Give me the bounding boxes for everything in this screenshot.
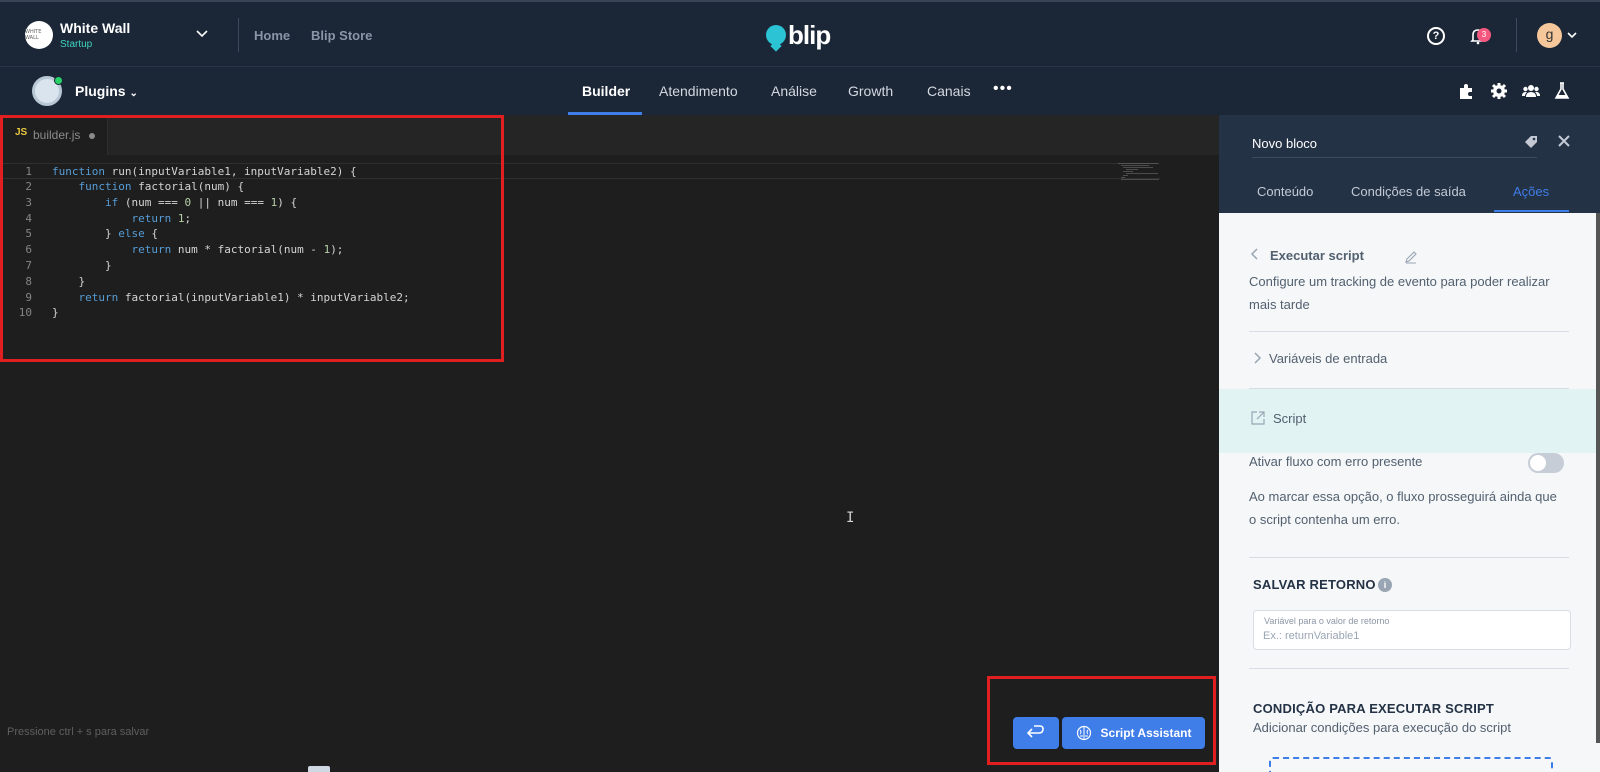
brand-text: blip (788, 20, 831, 50)
divider (1249, 331, 1569, 332)
tab-atendimento[interactable]: Atendimento (659, 83, 738, 99)
more-icon[interactable]: ••• (993, 80, 1013, 98)
tab-acoes[interactable]: Ações (1513, 184, 1549, 199)
chevron-down-icon[interactable] (195, 26, 209, 40)
tab-growth[interactable]: Growth (848, 83, 893, 99)
divider (1516, 18, 1517, 52)
action-description-line1: Configure um tracking de evento para pod… (1249, 274, 1550, 289)
puzzle-icon[interactable] (1457, 81, 1477, 101)
text-cursor-icon: I (846, 510, 855, 526)
action-title: Executar script (1270, 248, 1364, 263)
add-condition-button[interactable] (1269, 757, 1553, 772)
action-description-line2: mais tarde (1249, 297, 1310, 312)
plugins-label: Plugins (75, 83, 126, 99)
return-variable-label: Variável para o valor de retorno (1264, 616, 1390, 626)
online-status-dot (54, 76, 63, 85)
active-tab-indicator (1494, 210, 1569, 212)
gear-icon[interactable] (1489, 81, 1509, 101)
tab-canais[interactable]: Canais (927, 83, 971, 99)
tab-builder[interactable]: Builder (582, 83, 630, 99)
org-name: White Wall (60, 20, 131, 36)
notification-badge: 3 (1477, 28, 1491, 42)
org-logo: WHITE WALL (25, 21, 53, 49)
divider (1249, 668, 1569, 669)
plugins-menu[interactable]: Plugins ⌄ (75, 83, 138, 99)
input-variables-row[interactable]: Variáveis de entrada (1249, 347, 1569, 375)
chevron-down-icon[interactable] (1566, 29, 1578, 41)
blip-bubble-icon (766, 25, 786, 45)
error-flow-description-line1: Ao marcar essa opção, o fluxo prosseguir… (1249, 489, 1557, 504)
input-variables-label: Variáveis de entrada (1269, 351, 1388, 366)
divider (1249, 557, 1569, 558)
tab-condicoes-de-saida[interactable]: Condições de saída (1351, 184, 1466, 199)
condition-description: Adicionar condições para execução do scr… (1253, 720, 1511, 735)
tag-icon[interactable] (1523, 134, 1539, 150)
info-icon[interactable]: i (1378, 578, 1392, 592)
chevron-left-icon[interactable] (1250, 248, 1260, 260)
save-hint: Pressione ctrl + s para salvar (7, 726, 150, 738)
divider (1252, 157, 1537, 158)
help-icon[interactable]: ? (1427, 27, 1445, 45)
script-label: Script (1273, 411, 1307, 426)
error-flow-toggle[interactable] (1528, 453, 1564, 473)
block-settings-panel: Novo bloco Conteúdo Condições de saída A… (1219, 115, 1600, 772)
org-switcher[interactable]: WHITE WALL White Wall Startup (25, 20, 130, 50)
tab-analise[interactable]: Análise (771, 83, 817, 99)
return-variable-field[interactable]: Variável para o valor de retorno (1253, 610, 1571, 650)
save-return-title: SALVAR RETORNO (1253, 577, 1376, 592)
tab-conteudo[interactable]: Conteúdo (1257, 184, 1313, 199)
highlight-box-code (0, 115, 504, 362)
blip-logo[interactable]: blip (766, 20, 831, 50)
top-bar: WHITE WALL White Wall Startup Home Blip … (0, 0, 1600, 66)
highlight-box-buttons (987, 676, 1216, 765)
block-name-input[interactable]: Novo bloco (1252, 136, 1317, 151)
avatar[interactable]: g (1537, 23, 1562, 48)
home-link[interactable]: Home (254, 28, 290, 43)
team-icon[interactable] (1521, 81, 1541, 101)
external-link-icon (1251, 411, 1265, 425)
flask-icon[interactable] (1552, 81, 1572, 101)
return-variable-input[interactable] (1263, 630, 1553, 642)
divider (238, 18, 239, 52)
drag-handle[interactable] (308, 766, 330, 772)
nav-bar: Plugins ⌄ Builder Atendimento Análise Gr… (0, 66, 1600, 115)
chevron-right-icon (1254, 352, 1262, 364)
condition-title: CONDIÇÃO PARA EXECUTAR SCRIPT (1253, 701, 1495, 716)
close-icon[interactable] (1556, 133, 1572, 149)
scrollbar[interactable] (1596, 213, 1600, 743)
error-flow-label: Ativar fluxo com erro presente (1249, 454, 1423, 469)
blip-store-link[interactable]: Blip Store (311, 28, 372, 43)
org-plan: Startup (60, 39, 93, 50)
error-flow-description-line2: o script contenha um erro. (1249, 512, 1401, 527)
minimap[interactable] (1118, 163, 1168, 183)
panel-header: Novo bloco Conteúdo Condições de saída A… (1219, 115, 1600, 213)
chevron-down-icon: ⌄ (129, 88, 138, 99)
edit-pencil-icon[interactable] (1404, 250, 1418, 264)
script-row[interactable]: Script (1219, 389, 1596, 453)
